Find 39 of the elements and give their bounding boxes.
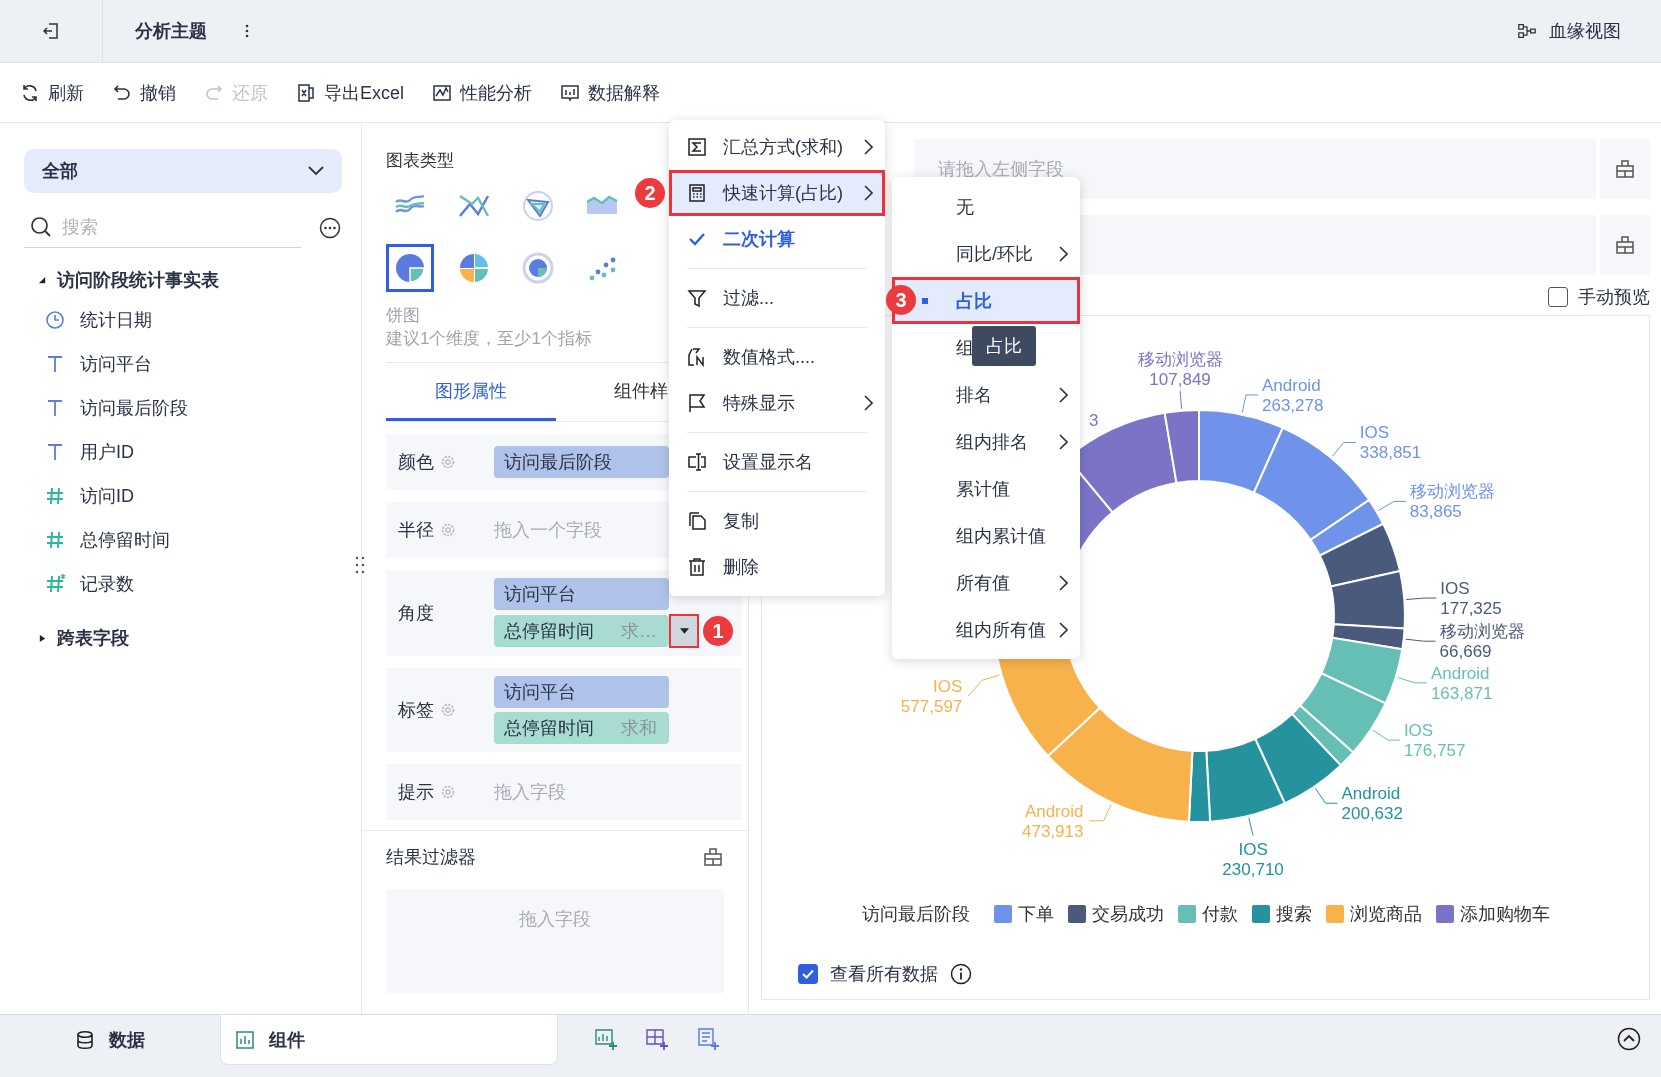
data-label: IOS 177,325 (1440, 579, 1502, 619)
drop-field-placeholder: 请拖入左侧字段 (938, 158, 1064, 181)
field-name: 总停留时间 (504, 620, 594, 643)
result-filter-title: 结果过滤器 (386, 846, 476, 869)
data-label: IOS 230,710 (1222, 840, 1284, 880)
chart-type-title: 图表类型 (386, 150, 455, 172)
step-badge: 1 (703, 616, 733, 646)
property-label: 提示 (398, 781, 434, 804)
step-badge: 3 (886, 285, 916, 315)
legend-title: 访问最后阶段 (861, 903, 970, 926)
field-name: 访问最后阶段 (504, 451, 612, 474)
data-label: IOS 338,851 (1359, 423, 1422, 463)
property-label: 标签 (398, 699, 434, 722)
checkbox-label: 手动预览 (1578, 286, 1650, 309)
chart-type-hint: 建议1个维度，至少1个指标 (386, 328, 593, 350)
tooltip: 占比 (972, 326, 1036, 366)
aggregation-label: 求… (621, 620, 657, 643)
data-label: Android 263,278 (1262, 375, 1324, 415)
field-name: 访问平台 (504, 583, 576, 606)
chart-type-name: 饼图 (386, 305, 421, 327)
aggregation-label: 求和 (621, 717, 657, 740)
data-label: Android 163,871 (1430, 663, 1493, 703)
data-label: IOS 577,597 (900, 677, 963, 716)
drop-zone-placeholder: 拖入字段 (519, 908, 591, 931)
property-label: 角度 (398, 602, 434, 625)
topic-title: 分析主题 (135, 20, 207, 43)
data-label: IOS 176,757 (1403, 721, 1466, 761)
property-label: 颜色 (398, 451, 434, 474)
property-label: 半径 (398, 519, 434, 542)
data-label: 移动浏览器 83,865 (1409, 482, 1495, 522)
field-name: 访问平台 (504, 681, 576, 704)
data-label: 移动浏览器 107,849 (1137, 349, 1223, 389)
data-label: 移动浏览器 66,669 (1439, 622, 1525, 662)
data-label: 3 (1089, 411, 1099, 430)
field-name: 总停留时间 (504, 717, 594, 740)
data-label: Android 200,632 (1341, 784, 1403, 824)
checkbox-label: 查看所有数据 (830, 963, 938, 986)
step-badge: 2 (635, 178, 665, 208)
data-label: Android 473,913 (1022, 801, 1084, 841)
